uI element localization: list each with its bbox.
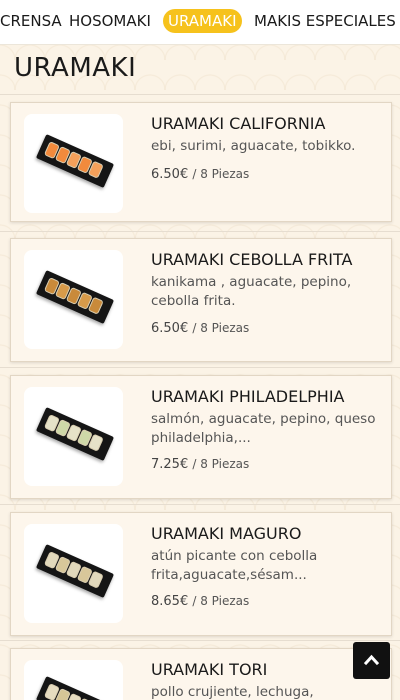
tab-uramaki[interactable]: URAMAKI (163, 9, 242, 33)
price-value: 6.50€ (151, 167, 189, 182)
row-divider (0, 504, 400, 505)
category-nav: CRENSA HOSOMAKI URAMAKI MAKIS ESPECIALES (0, 0, 400, 45)
sushi-plate-icon (35, 270, 115, 324)
product-name: URAMAKI MAGURO (151, 524, 302, 543)
sushi-plate-icon (35, 544, 115, 598)
product-image (24, 387, 123, 486)
product-image (24, 524, 123, 623)
row-divider (0, 231, 400, 232)
product-price: 6.50€ / 8 Piezas (151, 167, 249, 182)
row-divider (0, 367, 400, 368)
product-description: ebi, surimi, aguacate, tobikko. (151, 138, 356, 154)
product-image (24, 660, 123, 700)
sushi-plate-icon (35, 134, 115, 188)
product-card-tori[interactable]: URAMAKI TORI pollo crujiente, lechuga, (10, 648, 392, 700)
product-description: kanikama , aguacate, pepino, cebolla fri… (151, 274, 352, 309)
product-name: URAMAKI PHILADELPHIA (151, 387, 345, 406)
price-unit: / 8 Piezas (192, 167, 250, 181)
section-title: URAMAKI (14, 53, 137, 83)
product-name: URAMAKI CEBOLLA FRITA (151, 250, 353, 269)
product-card-cebolla-frita[interactable]: URAMAKI CEBOLLA FRITA kanikama , aguacat… (10, 238, 392, 362)
sushi-plate-icon (35, 407, 115, 461)
product-description: salmón, aguacate, pepino, queso philadel… (151, 411, 376, 446)
scroll-to-top-button[interactable] (353, 642, 390, 679)
product-name: URAMAKI TORI (151, 660, 268, 679)
chevron-up-icon (363, 654, 380, 666)
tab-prensa[interactable]: CRENSA (0, 9, 67, 33)
price-value: 8.65€ (151, 594, 189, 609)
row-divider (0, 640, 400, 641)
price-unit: / 8 Piezas (192, 457, 250, 471)
product-price: 7.25€ / 8 Piezas (151, 457, 249, 472)
tab-hosomaki[interactable]: HOSOMAKI (64, 9, 156, 33)
tab-makis-especiales[interactable]: MAKIS ESPECIALES (249, 9, 400, 33)
product-image (24, 114, 123, 213)
row-divider (0, 94, 400, 95)
product-price: 8.65€ / 8 Piezas (151, 594, 249, 609)
sushi-plate-icon (35, 676, 115, 700)
price-value: 7.25€ (151, 457, 189, 472)
product-image (24, 250, 123, 349)
price-value: 6.50€ (151, 321, 189, 336)
price-unit: / 8 Piezas (192, 321, 250, 335)
product-card-california[interactable]: URAMAKI CALIFORNIA ebi, surimi, aguacate… (10, 102, 392, 222)
price-unit: / 8 Piezas (192, 594, 250, 608)
product-price: 6.50€ / 8 Piezas (151, 321, 249, 336)
product-description: pollo crujiente, lechuga, (151, 684, 314, 700)
product-description: atún picante con cebolla frita,aguacate,… (151, 548, 318, 583)
product-card-maguro[interactable]: URAMAKI MAGURO atún picante con cebolla … (10, 512, 392, 636)
product-card-philadelphia[interactable]: URAMAKI PHILADELPHIA salmón, aguacate, p… (10, 375, 392, 499)
product-name: URAMAKI CALIFORNIA (151, 114, 326, 133)
